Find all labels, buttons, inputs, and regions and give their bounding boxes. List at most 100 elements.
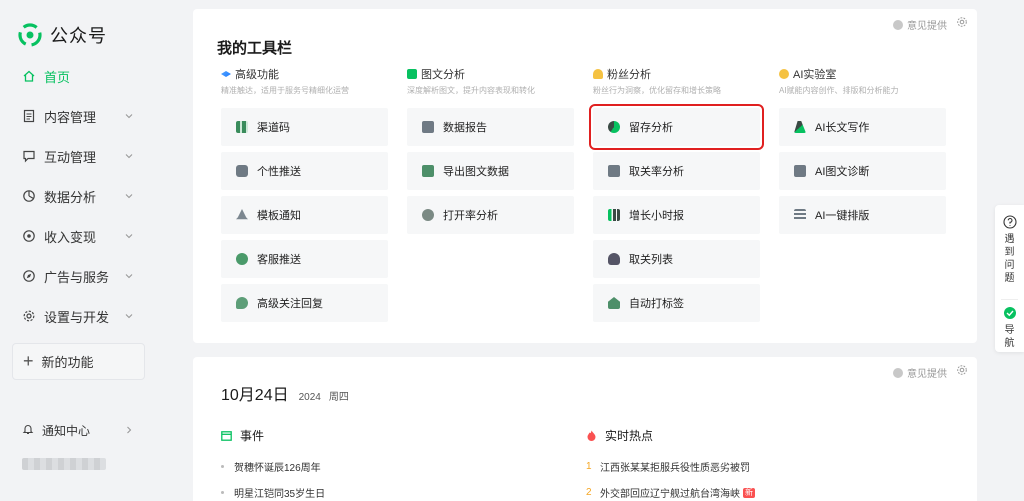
new-badge: 新 [743, 487, 755, 498]
tool-unfollow-list[interactable]: 取关列表 [593, 240, 760, 278]
tool-label: AI图文诊断 [815, 166, 870, 178]
date-year: 2024 [298, 392, 321, 403]
new-feature-button[interactable]: + 新的功能 [12, 343, 145, 380]
tool-label: 模板通知 [257, 210, 301, 222]
gear-icon [22, 309, 36, 323]
event-item[interactable]: 贺穗怀诞辰126周年 [221, 459, 321, 474]
tool-ai-article-diagnosis[interactable]: AI图文诊断 [779, 152, 946, 190]
settings-gear-icon[interactable] [956, 364, 968, 376]
help-label: 遇到问题 [1004, 234, 1015, 284]
column-desc: AI赋能内容创作、排版和分析能力 [779, 86, 899, 95]
brand-logo[interactable]: 公众号 [18, 22, 107, 48]
sidebar-item-monetization[interactable]: 收入变现 [12, 216, 148, 256]
hot-topic-item[interactable]: 2 外交部回应辽宁舰过航台湾海峡 新 [586, 485, 755, 500]
tool-ai-one-click-layout[interactable]: AI一键排版 [779, 196, 946, 234]
layout-icon [794, 209, 806, 221]
magnifier-icon [422, 209, 434, 221]
events-header: 事件 [221, 427, 264, 444]
question-icon [1002, 215, 1017, 229]
calendar-icon [221, 431, 232, 441]
pen-icon [794, 121, 806, 133]
tool-service-push[interactable]: 客服推送 [221, 240, 388, 278]
reply-icon [236, 297, 248, 309]
sidebar-item-data-analysis[interactable]: 数据分析 [12, 176, 148, 216]
tool-label: 打开率分析 [443, 210, 498, 222]
plus-icon: + [23, 351, 34, 371]
tool-label: 高级关注回复 [257, 298, 323, 310]
tool-label: 客服推送 [257, 254, 301, 266]
column-article-analysis: 图文分析 深度解析图文，提升内容表现和转化 [407, 67, 575, 95]
event-text: 明星江铠同35岁生日 [234, 489, 326, 500]
tool-unfollow-rate-analysis[interactable]: 取关率分析 [593, 152, 760, 190]
export-icon [422, 165, 434, 177]
column-desc: 粉丝行为洞察，优化留存和增长策略 [593, 86, 721, 95]
sidebar-item-home[interactable]: 首页 [12, 56, 148, 96]
tool-label: 渠道码 [257, 122, 290, 134]
tool-advanced-reply[interactable]: 高级关注回复 [221, 284, 388, 322]
bullet-icon [221, 465, 224, 468]
feedback-link[interactable]: 意见提供 [893, 365, 947, 380]
sidebar-item-settings[interactable]: 设置与开发 [12, 296, 148, 336]
sidebar-item-ads[interactable]: 广告与服务 [12, 256, 148, 296]
feedback-link[interactable]: 意见提供 [893, 17, 947, 32]
guide-icon [1003, 307, 1016, 319]
sidebar-item-label: 数据分析 [44, 189, 97, 205]
hot-rank: 2 [586, 487, 592, 498]
sidebar-item-label: 首页 [44, 69, 71, 85]
new-feature-label: 新的功能 [41, 355, 94, 370]
tool-label: AI一键排版 [815, 210, 870, 222]
ai-lab-icon [779, 69, 789, 79]
notification-center[interactable]: 通知中心 [12, 420, 148, 440]
brand-name: 公众号 [50, 26, 107, 46]
events-title: 事件 [240, 429, 265, 443]
sidebar-item-interaction[interactable]: 互动管理 [12, 136, 148, 176]
chevron-down-icon [125, 194, 133, 199]
hot-topics-title: 实时热点 [605, 429, 654, 443]
sidebar-item-label: 收入变现 [44, 229, 97, 245]
column-desc: 精准触达，适用于服务号精细化运营 [221, 86, 349, 95]
tool-label: 导出图文数据 [443, 166, 509, 178]
settings-gear-icon[interactable] [956, 16, 968, 28]
tool-label: 数据报告 [443, 122, 487, 134]
column-fans-analysis: 粉丝分析 粉丝行为洞察，优化留存和增长策略 [593, 67, 761, 95]
tool-open-rate-analysis[interactable]: 打开率分析 [407, 196, 574, 234]
home-icon [22, 69, 36, 83]
chevron-down-icon [125, 234, 133, 239]
article-analysis-icon [407, 69, 417, 79]
tool-label: 取关列表 [629, 254, 673, 266]
tool-auto-tag[interactable]: 自动打标签 [593, 284, 760, 322]
chevron-down-icon [125, 114, 133, 119]
tool-personal-push[interactable]: 个性推送 [221, 152, 388, 190]
hot-rank: 1 [586, 461, 592, 472]
date-header: 10月24日 2024 周四 [221, 381, 349, 405]
tool-label: 个性推送 [257, 166, 301, 178]
report-icon [422, 121, 434, 133]
guide-button[interactable]: 导航 [995, 306, 1024, 350]
feedback-label: 意见提供 [907, 21, 947, 32]
guide-label: 导航 [1004, 325, 1015, 349]
hot-topic-item[interactable]: 1 江西张某某拒服兵役性质恶劣被罚 [586, 459, 750, 474]
tool-data-report[interactable]: 数据报告 [407, 108, 574, 146]
service-icon [236, 253, 248, 265]
sidebar-item-content[interactable]: 内容管理 [12, 96, 148, 136]
date-weekday: 周四 [328, 392, 349, 403]
tool-export-article-data[interactable]: 导出图文数据 [407, 152, 574, 190]
tool-retention-analysis[interactable]: 留存分析 [589, 104, 764, 150]
tool-ai-long-writing[interactable]: AI长文写作 [779, 108, 946, 146]
event-item[interactable]: 明星江铠同35岁生日 [221, 485, 325, 500]
tag-icon [608, 297, 620, 309]
tool-template-notice[interactable]: 模板通知 [221, 196, 388, 234]
sidebar-item-label: 广告与服务 [44, 269, 110, 285]
push-icon [236, 165, 248, 177]
date-main: 10月24日 [221, 387, 289, 404]
account-name-blurred[interactable] [22, 458, 106, 470]
notification-label: 通知中心 [42, 423, 91, 438]
tool-channel-qrcode[interactable]: 渠道码 [221, 108, 388, 146]
fans-analysis-icon [593, 69, 603, 79]
tool-growth-hourly-report[interactable]: 增长小时报 [593, 196, 760, 234]
help-button[interactable]: 遇到问题 [995, 215, 1024, 285]
advanced-icon [221, 71, 231, 77]
chevron-down-icon [125, 154, 133, 159]
column-title: 高级功能 [235, 69, 279, 81]
column-advanced: 高级功能 精准触达，适用于服务号精细化运营 [221, 67, 389, 95]
